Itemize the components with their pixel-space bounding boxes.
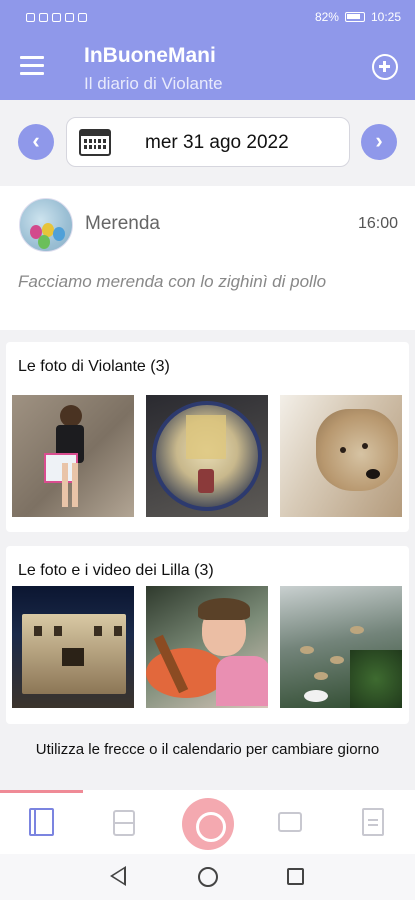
- recent-apps-icon[interactable]: [287, 868, 304, 885]
- next-day-button[interactable]: ›: [361, 124, 397, 160]
- battery-percent: 82%: [314, 10, 339, 24]
- photo-thumbnail[interactable]: [280, 586, 402, 708]
- bottom-tab-bar: [0, 790, 415, 854]
- tab-chat-icon[interactable]: [278, 812, 302, 832]
- photo-section-lilla: Le foto e i video dei Lilla (3): [6, 546, 409, 724]
- calendar-icon: [79, 129, 111, 156]
- photo-thumbnail[interactable]: [12, 586, 134, 708]
- app-bar: InBuoneMani Il diario di Violante: [0, 34, 415, 100]
- active-tab-indicator: [0, 790, 83, 793]
- nfc-icon: [52, 12, 61, 22]
- notification-icons: [26, 12, 87, 22]
- event-description: Facciamo merenda con lo zighinì di pollo: [18, 272, 327, 291]
- back-icon[interactable]: [110, 866, 126, 886]
- navigation-hint: Utilizza le frecce o il calendario per c…: [35, 741, 380, 758]
- section-heading: Le foto e i video dei Lilla (3): [18, 562, 214, 579]
- add-circle-icon[interactable]: [372, 54, 398, 80]
- date-picker-button[interactable]: mer 31 ago 2022: [66, 117, 350, 167]
- previous-day-button[interactable]: ‹: [18, 124, 54, 160]
- photo-row: [12, 586, 402, 708]
- hamburger-menu-icon[interactable]: [20, 56, 44, 76]
- tab-cards-icon[interactable]: [113, 810, 135, 836]
- sim-icon: [26, 12, 35, 22]
- tab-baby-face-icon[interactable]: [182, 798, 234, 850]
- event-avatar: [19, 198, 73, 252]
- app-subtitle: Il diario di Violante: [84, 74, 223, 93]
- current-date: mer 31 ago 2022: [145, 132, 289, 153]
- tab-diary-icon[interactable]: [29, 808, 54, 836]
- bluetooth-icon: [65, 12, 74, 22]
- battery-icon: [344, 12, 365, 22]
- app-title: InBuoneMani: [84, 44, 216, 67]
- photo-thumbnail[interactable]: [12, 395, 134, 517]
- system-navigation-bar: [0, 854, 415, 900]
- status-bar: 82% 10:25: [0, 0, 415, 34]
- photo-row: [12, 395, 402, 517]
- clock: 10:25: [370, 10, 401, 24]
- date-navigator: ‹ mer 31 ago 2022 ›: [0, 100, 415, 186]
- photo-thumbnail[interactable]: [280, 395, 402, 517]
- home-icon[interactable]: [198, 867, 218, 887]
- event-card[interactable]: Merenda 16:00 Facciamo merenda con lo zi…: [0, 186, 415, 330]
- photo-thumbnail[interactable]: [146, 586, 268, 708]
- wifi-icon: [39, 12, 48, 22]
- section-heading: Le foto di Violante (3): [18, 358, 170, 375]
- event-name: Merenda: [85, 213, 160, 234]
- tab-document-icon[interactable]: [362, 808, 384, 836]
- mail-icon: [78, 12, 87, 22]
- event-time: 16:00: [357, 215, 398, 232]
- photo-thumbnail[interactable]: [146, 395, 268, 517]
- photo-section-violante: Le foto di Violante (3): [6, 342, 409, 532]
